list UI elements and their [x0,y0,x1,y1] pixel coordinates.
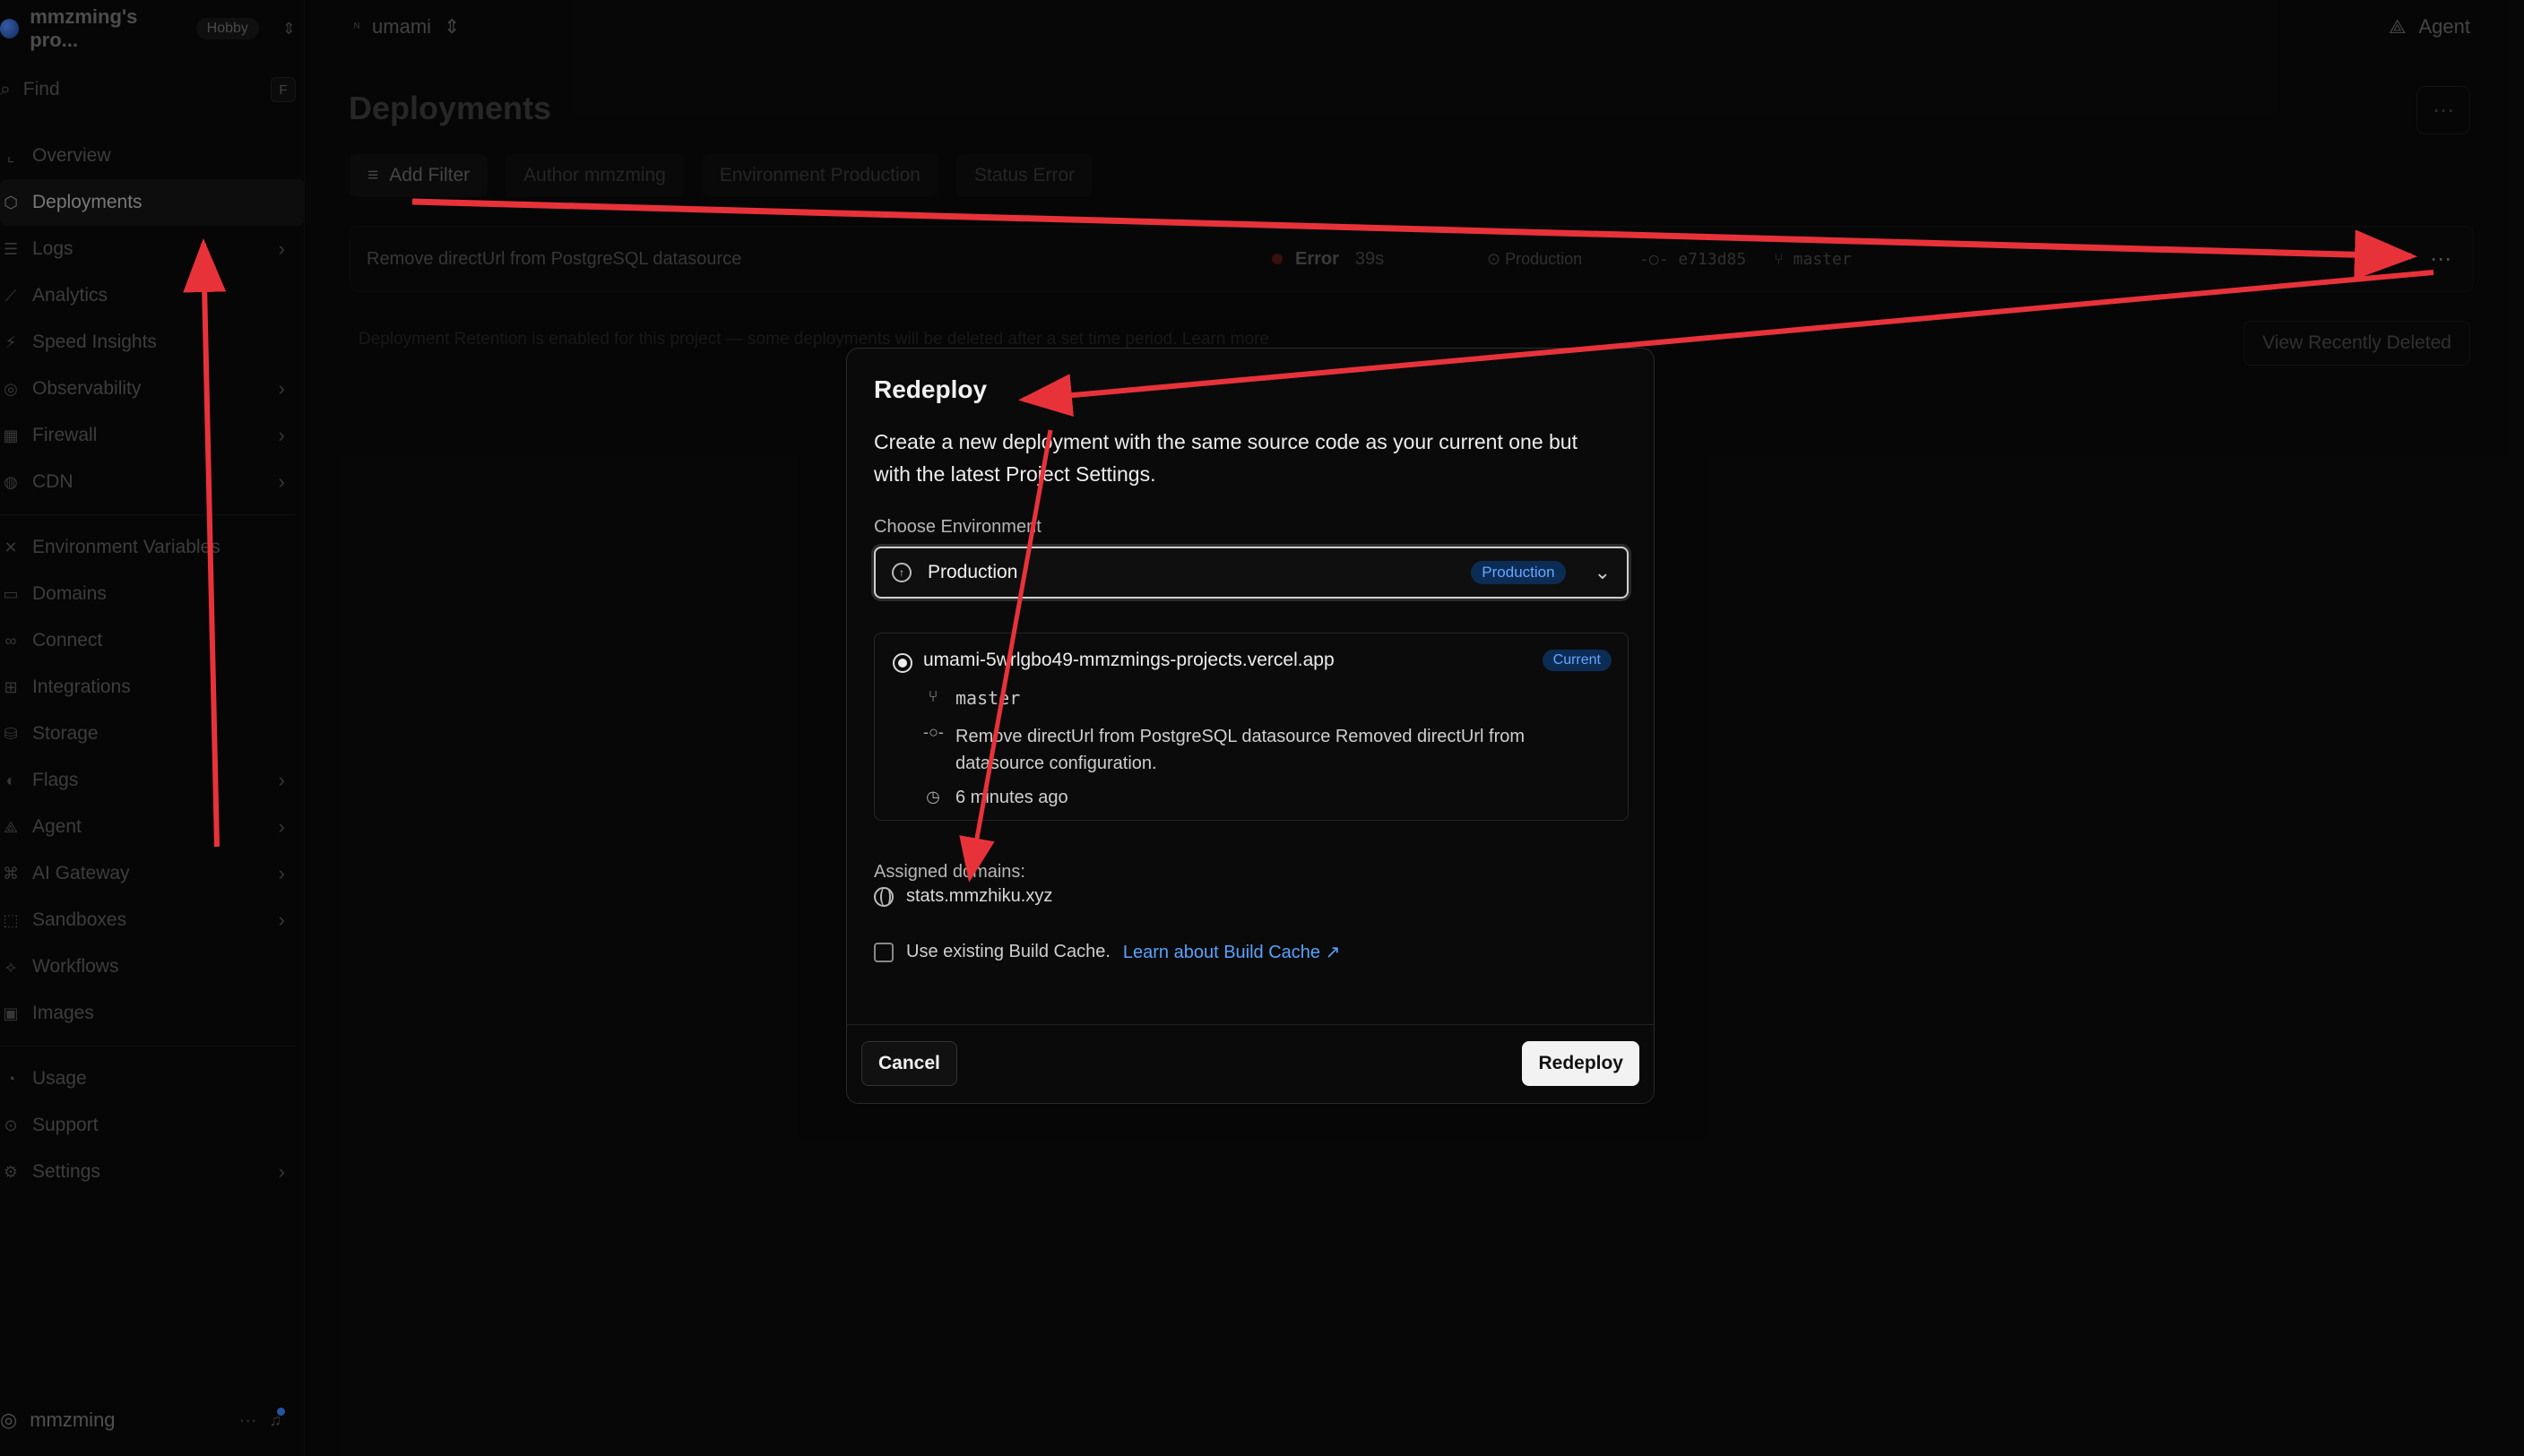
build-cache-link[interactable]: Learn about Build Cache ↗ [1123,941,1340,963]
branch-icon: ⑂ [928,687,938,705]
deployment-branch-line: ⑂ master [923,687,1021,709]
assigned-domain: stats.mmzhiku.xyz [874,886,1627,907]
assigned-domains-label: Assigned domains: [874,862,1025,882]
dialog-description: Create a new deployment with the same so… [874,430,1578,486]
clock-icon: ◷ [926,788,940,806]
environment-badge: Production [1471,561,1566,584]
current-deployment-card[interactable]: umami-5wrlgbo49-mmzmings-projects.vercel… [874,633,1629,821]
external-link-icon: ↗ [1325,943,1341,962]
current-badge: Current [1542,650,1612,671]
commit-icon: -○- [923,723,944,741]
deployment-commit-line: -○- Remove directUrl from PostgreSQL dat… [923,723,1529,777]
app-root: mmzming's pro... Hobby ⇕ ⌕ Find F ⌞ Overv… [0,0,2524,1456]
commit-message: Remove directUrl from PostgreSQL datasou… [955,727,1526,773]
deployment-url: umami-5wrlgbo49-mmzmings-projects.vercel… [923,650,1335,670]
domain-name: stats.mmzhiku.xyz [906,886,1053,906]
deployment-age: 6 minutes ago [955,788,1068,807]
cancel-button[interactable]: Cancel [861,1041,957,1086]
choose-environment-label: Choose Environment [874,517,1042,537]
arrow-up-circle-icon: ↑ [892,563,912,582]
build-cache-label: Use existing Build Cache. [906,942,1111,961]
dialog-body: Redeploy Create a new deployment with th… [847,349,1654,963]
redeploy-dialog: Redeploy Create a new deployment with th… [846,348,1655,1104]
build-cache-checkbox[interactable] [874,942,894,962]
chevron-down-icon: ⌄ [1594,561,1611,583]
environment-select[interactable]: ↑ Production Production ⌄ [874,547,1629,599]
deployment-radio[interactable] [893,653,912,673]
globe-icon [874,886,894,907]
dialog-title: Redeploy [874,375,988,403]
environment-select-value: Production [928,562,1018,582]
redeploy-button[interactable]: Redeploy [1522,1041,1639,1086]
dialog-footer: Cancel Redeploy [847,1024,1654,1103]
branch-name: master [955,687,1021,709]
build-cache-row: Use existing Build Cache. Learn about Bu… [874,941,1627,963]
build-cache-link-text: Learn about Build Cache [1122,943,1321,962]
deployment-age-line: ◷ 6 minutes ago [923,788,1068,808]
